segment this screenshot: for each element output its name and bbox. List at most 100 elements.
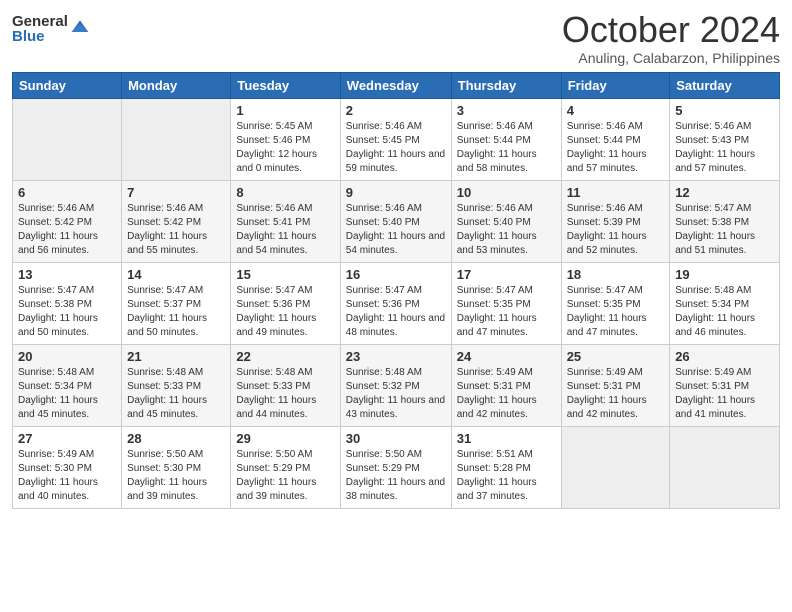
- day-number: 12: [675, 185, 774, 200]
- day-info: Sunrise: 5:46 AM Sunset: 5:42 PM Dayligh…: [18, 202, 116, 258]
- weekday-row: Sunday Monday Tuesday Wednesday Thursday…: [13, 72, 780, 98]
- calendar: Sunday Monday Tuesday Wednesday Thursday…: [12, 72, 780, 509]
- calendar-cell: 12 Sunrise: 5:47 AM Sunset: 5:38 PM Dayli…: [670, 180, 780, 262]
- day-info: Sunrise: 5:47 AM Sunset: 5:38 PM Dayligh…: [675, 202, 774, 258]
- page: General Blue October 2024 Anuling, Calab…: [0, 0, 792, 612]
- day-info: Sunrise: 5:47 AM Sunset: 5:36 PM Dayligh…: [346, 284, 446, 340]
- day-number: 16: [346, 267, 446, 282]
- header-wednesday: Wednesday: [340, 72, 451, 98]
- calendar-cell: 27 Sunrise: 5:49 AM Sunset: 5:30 PM Dayli…: [13, 426, 122, 508]
- calendar-cell: 11Sunrise: 5:46 AM Sunset: 5:39 PM Dayli…: [561, 180, 670, 262]
- calendar-cell: 5 Sunrise: 5:46 AM Sunset: 5:43 PM Daylig…: [670, 98, 780, 180]
- day-info: Sunrise: 5:48 AM Sunset: 5:34 PM Dayligh…: [675, 284, 774, 340]
- day-info: Sunrise: 5:50 AM Sunset: 5:29 PM Dayligh…: [346, 448, 446, 504]
- header-thursday: Thursday: [451, 72, 561, 98]
- calendar-cell: 1 Sunrise: 5:45 AM Sunset: 5:46 PM Daylig…: [231, 98, 340, 180]
- calendar-cell: [561, 426, 670, 508]
- calendar-cell: 28Sunrise: 5:50 AM Sunset: 5:30 PM Dayli…: [122, 426, 231, 508]
- day-number: 15: [236, 267, 334, 282]
- day-info: Sunrise: 5:50 AM Sunset: 5:30 PM Dayligh…: [127, 448, 225, 504]
- day-number: 9: [346, 185, 446, 200]
- day-number: 7: [127, 185, 225, 200]
- day-number: 20: [18, 349, 116, 364]
- calendar-cell: 8Sunrise: 5:46 AM Sunset: 5:41 PM Daylig…: [231, 180, 340, 262]
- day-info: Sunrise: 5:49 AM Sunset: 5:30 PM Dayligh…: [18, 448, 116, 504]
- week-row-3: 20Sunrise: 5:48 AM Sunset: 5:34 PM Dayli…: [13, 344, 780, 426]
- week-row-0: 1 Sunrise: 5:45 AM Sunset: 5:46 PM Daylig…: [13, 98, 780, 180]
- header: General Blue October 2024 Anuling, Calab…: [12, 10, 780, 66]
- day-number: 10: [457, 185, 556, 200]
- day-number: 13: [18, 267, 116, 282]
- day-info: Sunrise: 5:49 AM Sunset: 5:31 PM Dayligh…: [675, 366, 774, 422]
- calendar-cell: 20Sunrise: 5:48 AM Sunset: 5:34 PM Dayli…: [13, 344, 122, 426]
- day-info: Sunrise: 5:49 AM Sunset: 5:31 PM Dayligh…: [457, 366, 556, 422]
- calendar-cell: 21Sunrise: 5:48 AM Sunset: 5:33 PM Dayli…: [122, 344, 231, 426]
- day-number: 5: [675, 103, 774, 118]
- calendar-cell: 16 Sunrise: 5:47 AM Sunset: 5:36 PM Dayli…: [340, 262, 451, 344]
- header-sunday: Sunday: [13, 72, 122, 98]
- day-number: 1: [236, 103, 334, 118]
- day-info: Sunrise: 5:46 AM Sunset: 5:40 PM Dayligh…: [457, 202, 556, 258]
- day-number: 26: [675, 349, 774, 364]
- calendar-cell: 22 Sunrise: 5:48 AM Sunset: 5:33 PM Dayli…: [231, 344, 340, 426]
- calendar-cell: 31Sunrise: 5:51 AM Sunset: 5:28 PM Dayli…: [451, 426, 561, 508]
- day-number: 3: [457, 103, 556, 118]
- day-info: Sunrise: 5:47 AM Sunset: 5:35 PM Dayligh…: [567, 284, 665, 340]
- day-number: 17: [457, 267, 556, 282]
- day-number: 6: [18, 185, 116, 200]
- day-number: 27: [18, 431, 116, 446]
- day-number: 4: [567, 103, 665, 118]
- day-number: 18: [567, 267, 665, 282]
- header-monday: Monday: [122, 72, 231, 98]
- day-number: 29: [236, 431, 334, 446]
- day-info: Sunrise: 5:46 AM Sunset: 5:45 PM Dayligh…: [346, 120, 446, 176]
- logo: General Blue: [12, 14, 90, 44]
- calendar-header: Sunday Monday Tuesday Wednesday Thursday…: [13, 72, 780, 98]
- day-info: Sunrise: 5:46 AM Sunset: 5:44 PM Dayligh…: [457, 120, 556, 176]
- day-number: 22: [236, 349, 334, 364]
- day-number: 14: [127, 267, 225, 282]
- calendar-body: 1 Sunrise: 5:45 AM Sunset: 5:46 PM Daylig…: [13, 98, 780, 508]
- calendar-cell: 4Sunrise: 5:46 AM Sunset: 5:44 PM Daylig…: [561, 98, 670, 180]
- calendar-cell: 19 Sunrise: 5:48 AM Sunset: 5:34 PM Dayli…: [670, 262, 780, 344]
- day-info: Sunrise: 5:48 AM Sunset: 5:32 PM Dayligh…: [346, 366, 446, 422]
- calendar-cell: 2 Sunrise: 5:46 AM Sunset: 5:45 PM Daylig…: [340, 98, 451, 180]
- calendar-cell: 29 Sunrise: 5:50 AM Sunset: 5:29 PM Dayli…: [231, 426, 340, 508]
- day-info: Sunrise: 5:51 AM Sunset: 5:28 PM Dayligh…: [457, 448, 556, 504]
- logo-icon: [70, 17, 90, 37]
- day-number: 2: [346, 103, 446, 118]
- week-row-1: 6 Sunrise: 5:46 AM Sunset: 5:42 PM Daylig…: [13, 180, 780, 262]
- day-number: 19: [675, 267, 774, 282]
- calendar-cell: 13 Sunrise: 5:47 AM Sunset: 5:38 PM Dayli…: [13, 262, 122, 344]
- calendar-cell: 24Sunrise: 5:49 AM Sunset: 5:31 PM Dayli…: [451, 344, 561, 426]
- day-info: Sunrise: 5:47 AM Sunset: 5:35 PM Dayligh…: [457, 284, 556, 340]
- calendar-cell: 25Sunrise: 5:49 AM Sunset: 5:31 PM Dayli…: [561, 344, 670, 426]
- logo-general-text: General: [12, 14, 68, 29]
- calendar-cell: 9 Sunrise: 5:46 AM Sunset: 5:40 PM Daylig…: [340, 180, 451, 262]
- title-section: October 2024 Anuling, Calabarzon, Philip…: [562, 10, 780, 66]
- calendar-cell: 30 Sunrise: 5:50 AM Sunset: 5:29 PM Dayli…: [340, 426, 451, 508]
- day-info: Sunrise: 5:45 AM Sunset: 5:46 PM Dayligh…: [236, 120, 334, 176]
- day-info: Sunrise: 5:46 AM Sunset: 5:39 PM Dayligh…: [567, 202, 665, 258]
- calendar-cell: 17 Sunrise: 5:47 AM Sunset: 5:35 PM Dayli…: [451, 262, 561, 344]
- calendar-cell: [670, 426, 780, 508]
- week-row-2: 13 Sunrise: 5:47 AM Sunset: 5:38 PM Dayli…: [13, 262, 780, 344]
- day-info: Sunrise: 5:47 AM Sunset: 5:36 PM Dayligh…: [236, 284, 334, 340]
- day-number: 30: [346, 431, 446, 446]
- calendar-cell: 10 Sunrise: 5:46 AM Sunset: 5:40 PM Dayli…: [451, 180, 561, 262]
- day-info: Sunrise: 5:46 AM Sunset: 5:40 PM Dayligh…: [346, 202, 446, 258]
- day-info: Sunrise: 5:47 AM Sunset: 5:37 PM Dayligh…: [127, 284, 225, 340]
- month-title: October 2024: [562, 10, 780, 50]
- header-tuesday: Tuesday: [231, 72, 340, 98]
- day-info: Sunrise: 5:50 AM Sunset: 5:29 PM Dayligh…: [236, 448, 334, 504]
- day-info: Sunrise: 5:48 AM Sunset: 5:33 PM Dayligh…: [236, 366, 334, 422]
- location: Anuling, Calabarzon, Philippines: [562, 50, 780, 66]
- day-info: Sunrise: 5:46 AM Sunset: 5:42 PM Dayligh…: [127, 202, 225, 258]
- calendar-cell: 6 Sunrise: 5:46 AM Sunset: 5:42 PM Daylig…: [13, 180, 122, 262]
- day-number: 21: [127, 349, 225, 364]
- day-number: 8: [236, 185, 334, 200]
- day-info: Sunrise: 5:46 AM Sunset: 5:43 PM Dayligh…: [675, 120, 774, 176]
- day-info: Sunrise: 5:47 AM Sunset: 5:38 PM Dayligh…: [18, 284, 116, 340]
- calendar-cell: 7 Sunrise: 5:46 AM Sunset: 5:42 PM Daylig…: [122, 180, 231, 262]
- week-row-4: 27 Sunrise: 5:49 AM Sunset: 5:30 PM Dayli…: [13, 426, 780, 508]
